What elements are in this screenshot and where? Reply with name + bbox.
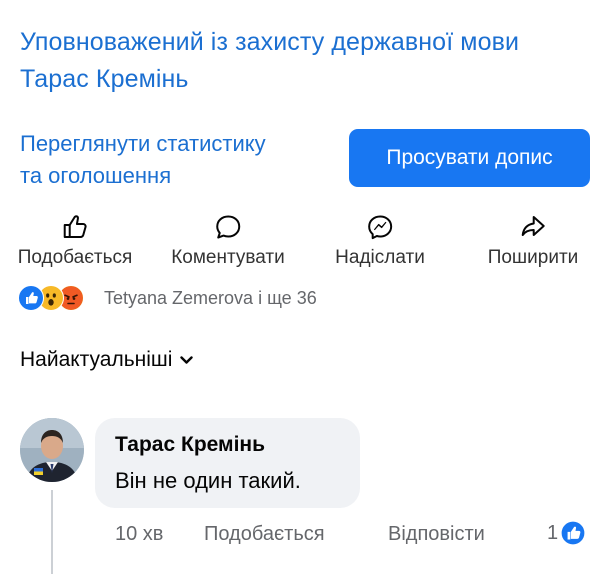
like-reaction-icon [18, 285, 44, 311]
chevron-down-icon [180, 355, 194, 364]
comment-thread-line [51, 490, 53, 574]
reactions-summary[interactable]: Tetyana Zemerova і ще 36 [18, 285, 317, 311]
comment-timestamp[interactable]: 10 хв [115, 523, 163, 546]
share-label: Поширити [487, 247, 579, 268]
promote-post-button[interactable]: Просувати допис [349, 129, 590, 187]
page-name-line2: Тарас Кремінь [20, 65, 189, 93]
comment-label: Коментувати [171, 247, 285, 268]
like-button[interactable]: Подобається [17, 213, 133, 269]
like-label: Подобається [17, 247, 133, 268]
messenger-icon [368, 215, 392, 240]
view-insights-line1: Переглянути статистику [20, 131, 266, 156]
comment-icon [216, 215, 240, 239]
comment-reply-button[interactable]: Відповісти [388, 523, 485, 546]
comment-author-avatar[interactable] [20, 418, 84, 482]
comment-text: Він не один такий. [115, 468, 301, 493]
comments-sort-dropdown[interactable]: Найактуальніші [20, 348, 194, 372]
comment-reaction-count[interactable]: 1 [547, 520, 586, 546]
send-label: Надіслати [335, 247, 425, 268]
view-insights-link[interactable]: Переглянути статистику та оголошення [20, 128, 320, 192]
reaction-icons [18, 285, 98, 311]
comment-bubble: Тарас Кремінь Він не один такий. [95, 418, 360, 508]
comment-like-count: 1 [547, 521, 559, 544]
send-button[interactable]: Надіслати [335, 213, 425, 269]
post-action-bar: Подобається Коментувати Надіслати Пошири… [0, 213, 610, 273]
reactions-summary-text: Tetyana Zemerova і ще 36 [104, 287, 317, 308]
comment-button[interactable]: Коментувати [171, 213, 285, 269]
page-name-link[interactable]: Уповноважений із захисту державної мови … [20, 24, 590, 98]
comment-author-name[interactable]: Тарас Кремінь [115, 433, 265, 457]
comment-like-button[interactable]: Подобається [204, 523, 325, 546]
thumbs-up-icon [64, 215, 87, 238]
share-button[interactable]: Поширити [487, 213, 579, 269]
share-arrow-icon [521, 216, 545, 236]
page-name-line1: Уповноважений із захисту державної мови [20, 28, 520, 56]
view-insights-line2: та оголошення [20, 163, 172, 188]
like-reaction-icon [560, 520, 586, 546]
comments-sort-label: Найактуальніші [20, 348, 173, 371]
